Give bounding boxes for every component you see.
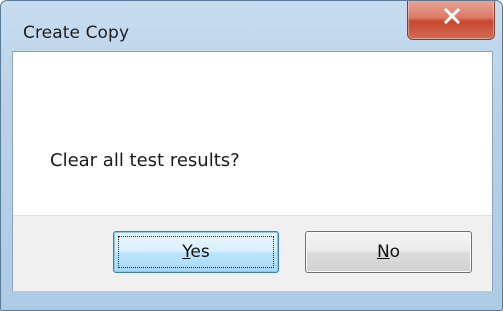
dialog-message: Clear all test results? (50, 150, 240, 171)
no-label-rest: o (389, 242, 401, 262)
no-mnemonic: N (376, 242, 390, 262)
button-bar: Yes No (13, 215, 492, 291)
title-bar[interactable]: Create Copy (1, 1, 502, 51)
dialog-window: Create Copy Clear all test results? Yes … (0, 0, 503, 311)
no-button-label: No (306, 242, 471, 262)
dialog-content: Clear all test results? Yes No (12, 51, 493, 291)
yes-button[interactable]: Yes (113, 231, 279, 273)
close-icon (443, 7, 461, 25)
yes-label-rest: es (190, 242, 210, 262)
window-title: Create Copy (23, 23, 130, 43)
yes-button-label: Yes (114, 242, 278, 262)
close-button[interactable] (407, 1, 495, 40)
no-button[interactable]: No (305, 231, 472, 273)
